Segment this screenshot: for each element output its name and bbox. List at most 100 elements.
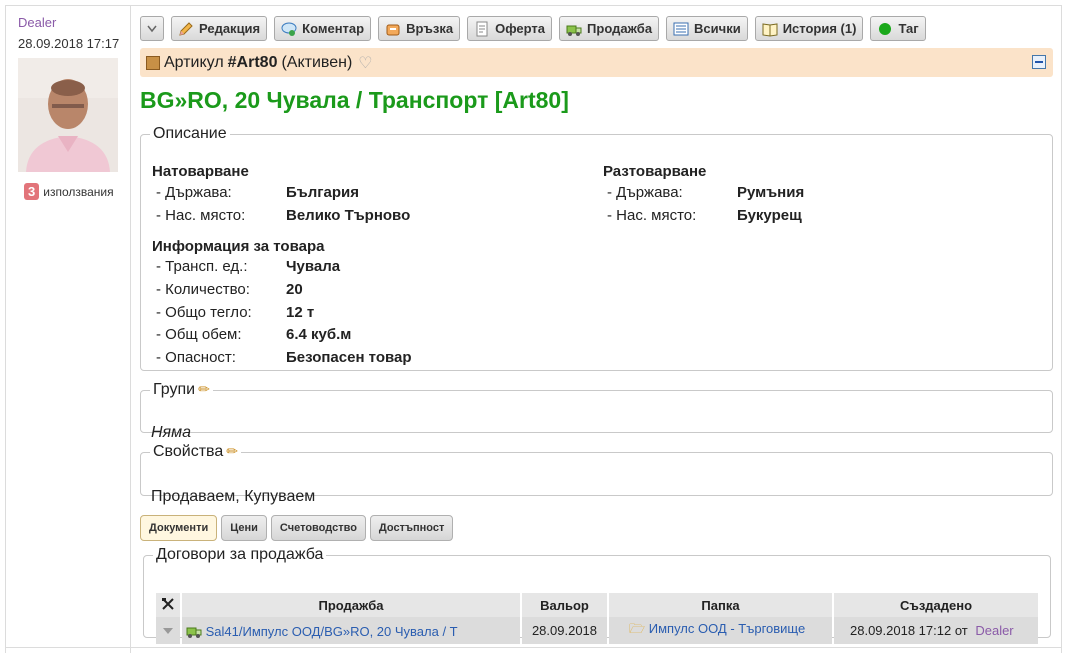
folder-link[interactable]: Импулс ООД - Търговище [649,621,805,636]
tab-documents[interactable]: Документи [140,515,218,541]
created-text: 28.09.2018 17:12 от [850,623,968,638]
edit-button[interactable]: Редакция [171,16,268,41]
folder-column-header[interactable]: Папка [609,593,832,617]
all-button[interactable]: Всички [666,16,748,41]
cargo-quantity-label: - Количество: [156,281,250,298]
usage-counter: 3 използвания [24,183,114,200]
unloading-heading: Разтоварване [603,163,707,180]
cargo-quantity-row: - Количество: 20 [156,281,556,301]
tab-access[interactable]: Достъпност [369,515,454,541]
tab-accounting[interactable]: Счетоводство [270,515,366,541]
truck-icon [186,627,202,638]
table-header-row: Продажба Вальор Папка Създадено [156,593,1038,617]
cargo-weight-label: - Общо тегло: [156,304,252,321]
folder-open-icon: 🗁 [629,620,646,636]
history-button-label: История (1) [782,21,857,36]
sale-link[interactable]: Sal41/Импулс ООД/BG»RO, 20 Чувала / Т [206,624,458,639]
article-box-icon [146,55,160,70]
properties-legend-text: Свойства [153,443,224,460]
loading-country-value: България [286,184,359,201]
heart-icon[interactable]: ♡ [358,53,372,73]
usage-label: използвания [43,184,114,199]
sale-button[interactable]: Продажба [559,16,660,41]
cargo-weight-value: 12 т [286,304,315,321]
pencil-icon [179,21,193,36]
properties-value: Продаваем, Купуваем [151,488,316,505]
link-icon [386,24,400,35]
comment-button[interactable]: Коментар [274,16,372,41]
book-icon [762,22,778,37]
date-column-header[interactable]: Вальор [522,593,607,617]
row-menu-cell[interactable] [156,617,180,644]
article-header-bar: Артикул #Art80 (Активен) ♡ [140,48,1053,77]
created-by-link[interactable]: Dealer [975,623,1013,638]
cargo-heading: Информация за товара [152,238,325,255]
tools-header[interactable] [156,593,180,617]
description-legend: Описание [153,125,227,142]
article-status: (Активен) [281,53,353,71]
unloading-country-label: - Държава: [607,184,683,201]
table-row: Sal41/Импулс ООД/BG»RO, 20 Чувала / Т 28… [156,617,1038,644]
cargo-volume-value: 6.4 куб.м [286,326,352,343]
groups-legend: Групи ✏ [150,381,213,399]
sale-cell: Sal41/Импулс ООД/BG»RO, 20 Чувала / Т [182,617,520,644]
cargo-quantity-value: 20 [286,281,303,298]
tools-icon [162,597,174,610]
author-link[interactable]: Dealer [18,15,56,30]
tab-prices[interactable]: Цени [221,515,267,541]
article-prefix: Артикул [164,53,224,71]
cargo-unit-value: Чувала [286,258,341,275]
frame-bottom-border [5,647,1062,648]
history-button[interactable]: История (1) [754,16,864,41]
more-dropdown-button[interactable] [140,16,164,41]
groups-value: Няма [151,424,191,441]
post-date: 28.09.2018 17:17 [18,36,120,51]
cargo-unit-row: - Трансп. ед.: Чувала [156,258,556,278]
cargo-volume-label: - Общ обем: [156,326,242,343]
date-cell: 28.09.2018 [522,617,607,644]
avatar-photo [18,58,118,172]
sales-contracts-legend: Договори за продажба [156,546,324,563]
sale-button-label: Продажба [587,21,653,36]
page-title: BG»RO, 20 Чувала / Транспорт [Art80] [140,87,569,113]
properties-panel: Свойства ✏ Продаваем, Купуваем [140,443,1053,505]
offer-button[interactable]: Оферта [467,16,553,41]
sales-contracts-panel: Договори за продажба Продажба Вальор Пап… [143,546,1051,644]
unloading-country-value: Румъния [737,184,805,201]
comment-icon [281,22,297,36]
created-cell: 28.09.2018 17:12 от Dealer [834,617,1038,644]
list-icon [673,22,689,35]
contracts-table: Продажба Вальор Папка Създадено Sal41/Им… [154,593,1040,644]
collapse-button[interactable] [1032,55,1046,69]
description-panel: Описание Натоварване - Държава: България… [140,125,1053,371]
link-button-label: Връзка [406,21,454,36]
avatar[interactable] [18,58,118,172]
edit-button-label: Редакция [199,21,261,36]
chevron-down-icon [147,25,157,32]
unloading-place-value: Букурещ [737,207,802,224]
document-icon [476,21,488,36]
comment-button-label: Коментар [302,21,365,36]
all-button-label: Всички [694,21,741,36]
tag-button[interactable]: Таг [870,16,926,41]
properties-legend: Свойства ✏ [150,443,241,461]
green-dot-icon [879,22,892,35]
created-column-header[interactable]: Създадено [834,593,1038,617]
sale-column-header[interactable]: Продажба [182,593,520,617]
unloading-place-label: - Нас. място: [607,207,697,224]
loading-country-row: - Държава: България [156,184,556,204]
loading-place-value: Велико Търново [286,207,411,224]
edit-groups-pencil-icon[interactable]: ✏ [198,381,210,397]
cargo-hazard-value: Безопасен товар [286,349,412,366]
unloading-place-row: - Нас. място: Букурещ [607,207,1007,227]
edit-properties-pencil-icon[interactable]: ✏ [226,443,238,459]
frame-top-border [5,5,1062,6]
loading-place-label: - Нас. място: [156,207,246,224]
cargo-unit-label: - Трансп. ед.: [156,258,248,275]
cargo-hazard-row: - Опасност: Безопасен товар [156,349,556,369]
cargo-volume-row: - Общ обем: 6.4 куб.м [156,326,556,346]
link-button[interactable]: Връзка [378,16,461,41]
article-code: #Art80 [227,53,278,71]
cargo-hazard-label: - Опасност: [156,349,236,366]
groups-legend-text: Групи [153,381,196,398]
